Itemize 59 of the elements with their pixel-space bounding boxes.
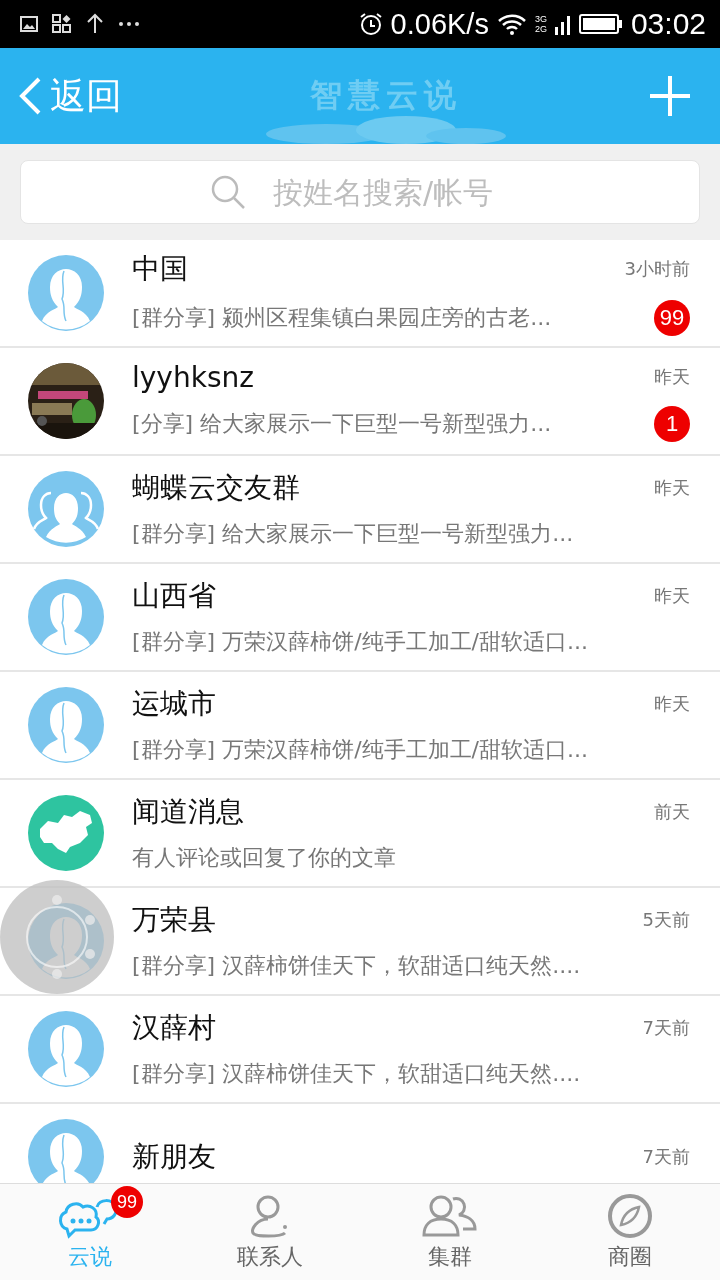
compass-icon [607,1193,653,1239]
message-preview: [群分享] 汉薛柿饼佳天下，软甜适口纯天然.... [132,952,581,980]
conversation-name: 万荣县 [132,902,216,938]
avatar-icon [28,579,104,655]
avatar-icon [28,687,104,763]
timestamp: 昨天 [654,584,690,608]
unread-badge: 1 [654,405,690,442]
message-preview: [群分享] 颍州区程集镇白果园庄旁的古老... [132,304,552,332]
group-avatar-icon [28,471,104,547]
timestamp: 昨天 [654,692,690,716]
conversation-name: 运城市 [132,686,216,722]
timestamp: 前天 [654,800,690,824]
timestamp: 昨天 [654,476,690,500]
timestamp: 7天前 [642,1145,690,1169]
conversation-name: 新朋友 [132,1139,216,1175]
map-avatar-icon [28,795,104,871]
conversation-name: lyyhksnz [132,360,254,394]
clock: 03:02 [630,7,706,41]
more-icon [118,21,140,27]
alarm-icon [358,12,383,36]
back-icon [18,76,42,116]
avatar-icon [28,1011,104,1087]
message-preview: [群分享] 万荣汉薛柿饼/纯手工加工/甜软适口... [132,628,588,656]
network-type: 3G [534,14,547,24]
nav-tab[interactable]: 99 云说 [0,1184,180,1280]
conversation-name: 蝴蝶云交友群 [132,470,300,506]
search-field[interactable]: 按姓名搜索/帐号 [20,160,700,224]
message-preview: 有人评论或回复了你的文章 [132,844,396,872]
battery-icon [578,13,623,35]
message-preview: [群分享] 汉薛柿饼佳天下，软甜适口纯天然.... [132,1060,581,1088]
apps-icon [52,14,72,34]
conversation-name: 中国 [132,251,188,287]
add-button[interactable] [650,76,690,116]
upload-icon [86,13,104,35]
message-preview: [群分享] 万荣汉薛柿饼/纯手工加工/甜软适口... [132,736,588,764]
conversation-name: 闻道消息 [132,794,244,830]
timestamp: 7天前 [642,1016,690,1040]
image-icon [20,16,38,32]
avatar-icon [28,255,104,331]
group-icon [421,1193,479,1239]
message-preview: [群分享] 给大家展示一下巨型一号新型强力... [132,520,574,548]
unread-badge: 99 [654,300,690,336]
network-speed: 0.06K/s [390,7,489,41]
timestamp: 3小时前 [624,257,690,281]
nav-tab[interactable]: 集群 [360,1184,540,1280]
wifi-icon [496,13,527,35]
conversation-name: 山西省 [132,578,216,614]
signal-icon [554,13,571,35]
message-preview: [分享] 给大家展示一下巨型一号新型强力... [132,409,552,438]
conversation-name: 汉薛村 [132,1010,216,1046]
timestamp: 昨天 [654,365,690,389]
nav-tab[interactable]: 商圈 [540,1184,720,1280]
floating-menu[interactable] [0,880,114,994]
notification-badge: 99 [111,1186,143,1218]
cloud-icon [266,116,506,144]
timestamp: 5天前 [642,908,690,932]
nav-tab[interactable]: 联系人 [180,1184,360,1280]
network-type: 2G [534,24,547,34]
app-logo: 智慧云说 [310,75,462,116]
